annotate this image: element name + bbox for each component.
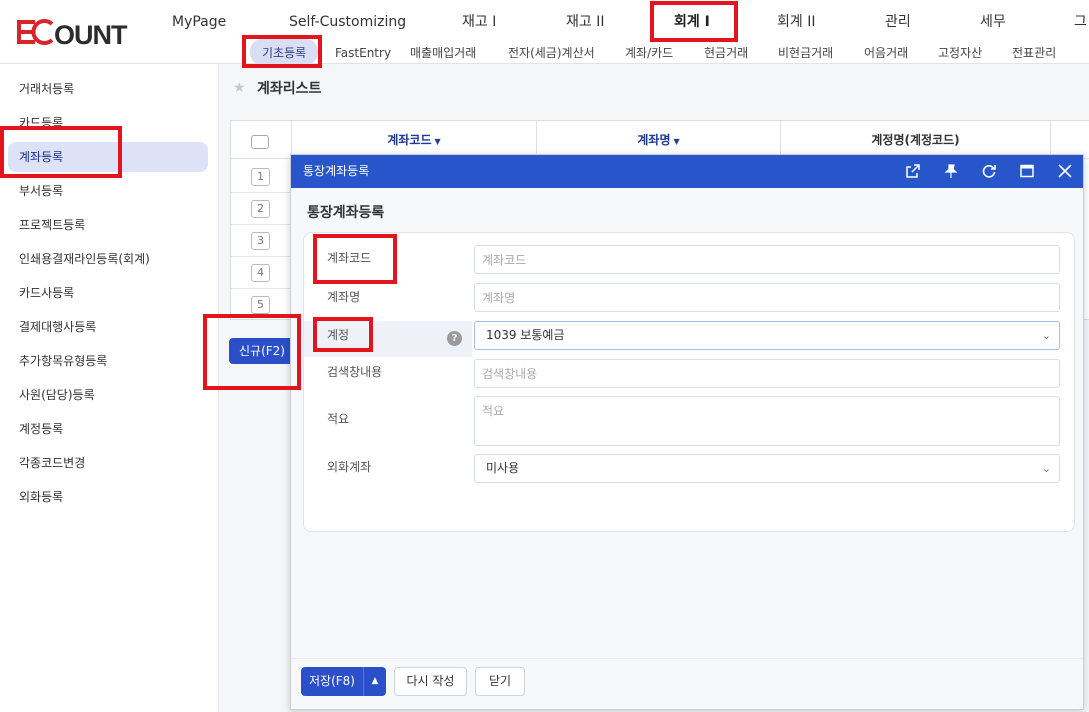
column-code-label: 계좌코드 bbox=[387, 133, 432, 147]
ledger-account-value: 1039 보통예금 bbox=[486, 328, 565, 342]
subnav-voucher[interactable]: 전표관리 bbox=[1012, 39, 1056, 65]
sidebar-item-code-change[interactable]: 각종코드변경 bbox=[8, 448, 208, 478]
sort-caret-icon: ▼ bbox=[673, 137, 680, 146]
sidebar-item-approval-line[interactable]: 인쇄용결재라인등록(회계) bbox=[8, 244, 208, 274]
row-divider bbox=[231, 288, 291, 289]
page-title: 계좌리스트 bbox=[257, 81, 322, 97]
account-code-input[interactable] bbox=[474, 245, 1060, 274]
nav-inventory-2[interactable]: 재고 II bbox=[566, 0, 604, 40]
top-header: OUNT MyPage Self-Customizing 재고 I 재고 II … bbox=[0, 0, 1089, 65]
sort-caret-icon: ▼ bbox=[434, 137, 441, 146]
nav-mypage[interactable]: MyPage bbox=[172, 0, 226, 40]
sidebar-item-project[interactable]: 프로젝트등록 bbox=[8, 210, 208, 240]
nav-self-customizing[interactable]: Self-Customizing bbox=[289, 0, 406, 40]
label-foreign-currency: 외화계좌 bbox=[327, 460, 372, 474]
chevron-down-icon: ⌄ bbox=[1041, 329, 1051, 342]
bank-account-modal: 통장계좌등록 통장계좌등록 계좌코드 계좌명 계정 ? 1039 보통 bbox=[290, 154, 1084, 710]
form-title: 통장계좌등록 bbox=[307, 205, 385, 221]
new-button[interactable]: 신규(F2) bbox=[229, 338, 295, 364]
ledger-account-select[interactable]: 1039 보통예금 ⌄ bbox=[474, 321, 1060, 350]
sidebar: 거래처등록 카드등록 계좌등록 부서등록 프로젝트등록 인쇄용결재라인등록(회계… bbox=[0, 64, 219, 712]
nav-accounting-2[interactable]: 회계 II bbox=[777, 0, 815, 40]
form-card: 계좌코드 계좌명 계정 ? 1039 보통예금 ⌄ 검색창내용 적요 외화계좌 … bbox=[303, 232, 1075, 532]
row-divider bbox=[231, 224, 291, 225]
sidebar-item-currency[interactable]: 외화등록 bbox=[8, 482, 208, 512]
modal-body: 통장계좌등록 계좌코드 계좌명 계정 ? 1039 보통예금 ⌄ 검색창내용 적… bbox=[291, 188, 1083, 658]
memo-textarea[interactable] bbox=[474, 396, 1060, 446]
row-divider bbox=[231, 192, 291, 193]
subnav-sales-purchase[interactable]: 매출매입거래 bbox=[410, 39, 476, 65]
label-ledger-account: 계정 bbox=[327, 328, 350, 342]
row-number: 4 bbox=[251, 264, 270, 282]
sidebar-item-department[interactable]: 부서등록 bbox=[8, 176, 208, 206]
sidebar-item-employee[interactable]: 사원(담당)등록 bbox=[8, 380, 208, 410]
caret-up-icon[interactable]: ▲ bbox=[363, 667, 386, 696]
sidebar-item-payment-agency[interactable]: 결제대행사등록 bbox=[8, 312, 208, 342]
subnav-fastentry[interactable]: FastEntry bbox=[335, 39, 391, 65]
modal-titlebar[interactable]: 통장계좌등록 bbox=[291, 155, 1083, 188]
maximize-icon[interactable] bbox=[1019, 163, 1035, 179]
subnav-fixed-assets[interactable]: 고정자산 bbox=[938, 39, 982, 65]
foreign-currency-select[interactable]: 미사용 ⌄ bbox=[474, 454, 1060, 483]
label-search-content: 검색창내용 bbox=[327, 365, 383, 379]
nav-inventory-1[interactable]: 재고 I bbox=[462, 0, 496, 40]
svg-text:OUNT: OUNT bbox=[54, 20, 128, 48]
nav-more[interactable]: 그 bbox=[1074, 0, 1087, 40]
column-name-label: 계좌명 bbox=[637, 133, 671, 147]
foreign-currency-value: 미사용 bbox=[486, 461, 520, 475]
save-label: 저장(F8) bbox=[309, 674, 355, 688]
modal-footer: 저장(F8) ▲ 다시 작성 닫기 bbox=[291, 658, 1083, 709]
page-title-row: ★ 계좌리스트 bbox=[233, 78, 321, 98]
subnav-cash[interactable]: 현금거래 bbox=[704, 39, 748, 65]
subnav-e-invoice[interactable]: 전자(세금)계산서 bbox=[508, 39, 595, 65]
subnav-non-cash[interactable]: 비현금거래 bbox=[778, 39, 833, 65]
label-memo: 적요 bbox=[327, 412, 350, 426]
subnav-account-card[interactable]: 계좌/카드 bbox=[625, 39, 673, 65]
header-checkbox-cell bbox=[231, 121, 292, 159]
sidebar-item-card[interactable]: 카드등록 bbox=[8, 108, 208, 130]
sidebar-item-card-company[interactable]: 카드사등록 bbox=[8, 278, 208, 308]
sidebar-item-extra-field-type[interactable]: 추가항목유형등록 bbox=[8, 346, 208, 376]
sidebar-item-ledger-account[interactable]: 계정등록 bbox=[8, 414, 208, 444]
close-icon[interactable] bbox=[1057, 163, 1073, 179]
row-number: 5 bbox=[251, 296, 270, 314]
close-button[interactable]: 닫기 bbox=[475, 667, 525, 696]
pin-icon[interactable] bbox=[943, 163, 959, 179]
refresh-icon[interactable] bbox=[981, 163, 997, 179]
select-all-checkbox[interactable] bbox=[251, 135, 269, 149]
subnav-notes[interactable]: 어음거래 bbox=[864, 39, 908, 65]
search-content-input[interactable] bbox=[474, 359, 1060, 388]
help-icon[interactable]: ? bbox=[447, 331, 462, 346]
nav-tax[interactable]: 세무 bbox=[980, 0, 1006, 40]
ecount-logo[interactable]: OUNT bbox=[16, 16, 130, 48]
star-icon[interactable]: ★ bbox=[233, 81, 247, 95]
account-name-input[interactable] bbox=[474, 283, 1060, 312]
label-account-code: 계좌코드 bbox=[327, 251, 372, 265]
nav-accounting-1[interactable]: 회계 I bbox=[674, 0, 710, 40]
reset-button[interactable]: 다시 작성 bbox=[394, 667, 467, 696]
nav-management[interactable]: 관리 bbox=[885, 0, 911, 40]
popout-icon[interactable] bbox=[905, 163, 921, 179]
chevron-down-icon: ⌄ bbox=[1041, 462, 1051, 475]
modal-window-title: 통장계좌등록 bbox=[303, 164, 370, 178]
sidebar-item-account[interactable]: 계좌등록 bbox=[8, 142, 208, 172]
label-account-name: 계좌명 bbox=[327, 290, 361, 304]
row-number: 2 bbox=[251, 200, 270, 218]
row-number: 3 bbox=[251, 232, 270, 250]
row-divider bbox=[231, 256, 291, 257]
row-number: 1 bbox=[251, 168, 270, 186]
save-button[interactable]: 저장(F8) ▲ bbox=[301, 667, 386, 696]
subnav-basic-registration[interactable]: 기초등록 bbox=[250, 39, 319, 65]
sidebar-item-customer[interactable]: 거래처등록 bbox=[8, 74, 208, 104]
